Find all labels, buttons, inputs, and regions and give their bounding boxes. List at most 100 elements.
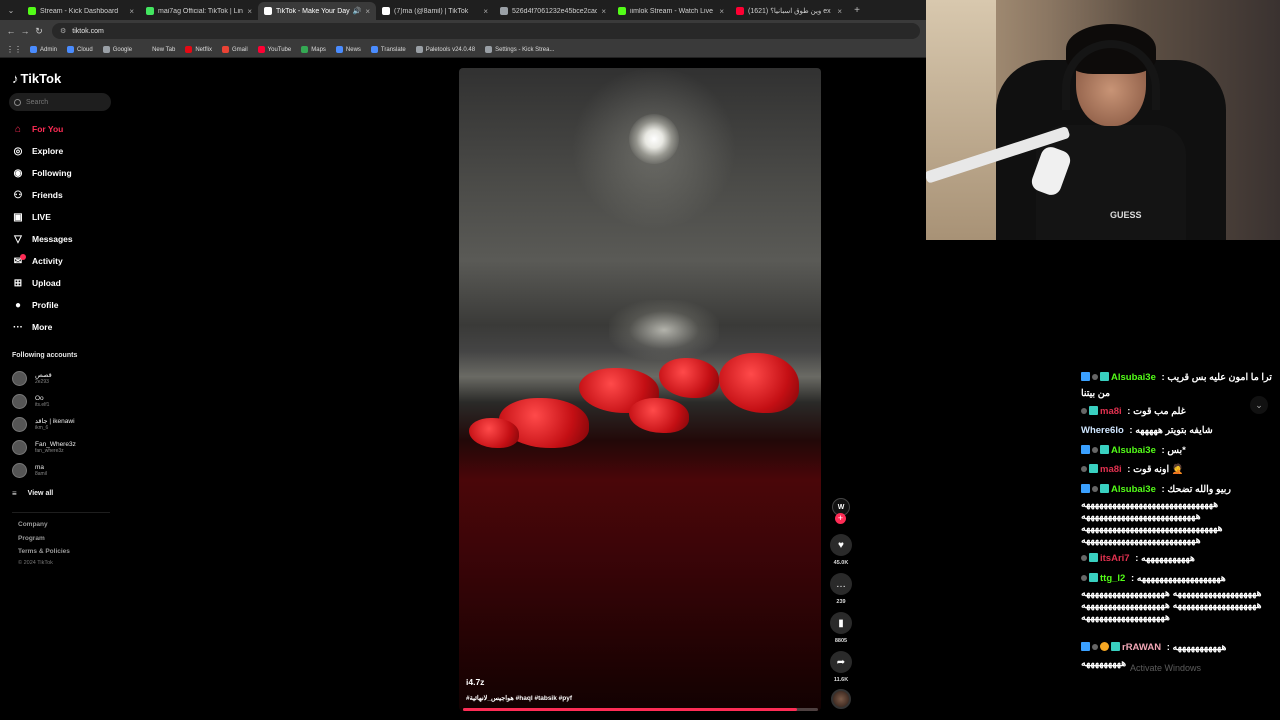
bookmark-item[interactable]: Admin	[30, 46, 57, 53]
close-tab-icon[interactable]: ×	[601, 7, 606, 16]
bookmark-item[interactable]: Cloud	[67, 46, 93, 53]
chat-message[interactable]: Alsubai3e : بس*	[1081, 444, 1280, 457]
following-account[interactable]: ma 8amil	[12, 461, 47, 479]
red-rock	[659, 358, 719, 398]
account-handle: fan_where3z	[35, 447, 64, 454]
sidebar-item-live[interactable]: ▣ LIVE	[12, 209, 51, 225]
chat-username[interactable]: ma8i	[1100, 406, 1122, 417]
browser-tab[interactable]: 526d4f7061232e45bce2cacd51b×	[494, 2, 612, 20]
following-account[interactable]: Fan_Where3z fan_where3z	[12, 438, 76, 456]
chat-message[interactable]: ttg_l2 : هههههههههههههههههههه	[1081, 572, 1280, 585]
chat-username[interactable]: ttg_l2	[1100, 573, 1125, 584]
sidebar-item-label: Friends	[32, 190, 63, 200]
chat-username[interactable]: rRAWAN	[1122, 642, 1161, 653]
footer-link[interactable]: Company	[18, 521, 48, 528]
chat-username[interactable]: Alsubai3e	[1111, 445, 1156, 456]
close-tab-icon[interactable]: ×	[365, 7, 370, 16]
bookmark-item[interactable]: YouTube	[257, 46, 291, 53]
back-icon[interactable]: ←	[4, 26, 18, 36]
sidebar-item-messages[interactable]: ▽ Messages	[12, 231, 73, 247]
close-tab-icon[interactable]: ×	[837, 7, 842, 16]
activity-icon: ✉	[12, 254, 26, 267]
bookmark-icon[interactable]: ▮	[830, 612, 852, 634]
sidebar-item-profile[interactable]: ● Profile	[12, 297, 58, 313]
bookmark-item[interactable]: Netflix	[185, 46, 212, 53]
following-account[interactable]: جاقد | ikenawi ikm_6	[12, 415, 75, 433]
url-field[interactable]: ⚙ tiktok.com	[52, 23, 920, 39]
avatar	[12, 393, 27, 409]
tiktok-logo[interactable]: ♪ TikTok	[12, 71, 61, 86]
footer-link[interactable]: Program	[18, 535, 45, 542]
site-info-icon[interactable]: ⚙	[60, 27, 66, 35]
bookmark-item[interactable]: Gmail	[221, 46, 248, 53]
forward-icon[interactable]: →	[18, 26, 32, 36]
following-account[interactable]: Oo its.elf1	[12, 392, 49, 410]
tab-title: (7)ma (@8amil) | TikTok	[394, 7, 469, 15]
chat-message[interactable]: Where6lo : شايفه بتويتر هههههه	[1081, 425, 1280, 437]
apps-icon[interactable]: ⋮⋮	[6, 45, 22, 54]
sidebar-item-label: LIVE	[32, 212, 51, 222]
close-tab-icon[interactable]: ×	[719, 7, 724, 16]
bookmark-item[interactable]: News	[335, 46, 361, 53]
chat-message[interactable]: itsAri7 : هههههههههههه	[1081, 553, 1280, 565]
share-icon[interactable]: ➦	[830, 651, 852, 673]
chat-username[interactable]: Alsubai3e	[1111, 372, 1156, 383]
like-icon[interactable]: ♥	[830, 534, 852, 556]
close-tab-icon[interactable]: ×	[129, 7, 134, 16]
gray-badge-icon	[1092, 446, 1098, 453]
search-input[interactable]: Search	[9, 93, 111, 111]
profile-icon: ●	[14, 299, 22, 311]
account-name: Fan_Where3z	[35, 440, 76, 448]
teal-badge-icon	[1100, 444, 1109, 454]
sidebar-item-upload[interactable]: ⊞ Upload	[12, 275, 61, 291]
video-progress-bar[interactable]	[463, 708, 818, 711]
bookmark-favicon-icon	[485, 46, 493, 53]
video-username[interactable]: i4.7z	[466, 677, 484, 687]
chat-username[interactable]: Alsubai3e	[1111, 484, 1156, 495]
bookmark-item[interactable]: Paletools v24.0.48	[415, 46, 475, 53]
chat-message[interactable]: rRAWAN : هههههههههههه	[1081, 642, 1280, 654]
browser-tab[interactable]: TikTok - Make Your Day 🔊 ×	[258, 2, 376, 20]
browser-tab[interactable]: iimlok Stream - Watch Live on ×	[612, 2, 730, 20]
following-account[interactable]: قصص 2e293	[12, 369, 52, 387]
tab-search-icon[interactable]: ⌄	[0, 0, 22, 20]
chat-message[interactable]: Alsubai3e : ربيو والله تضحك	[1081, 483, 1280, 496]
video-player[interactable]	[459, 68, 821, 711]
speaker-icon[interactable]: 🔊	[353, 7, 362, 15]
chat-message[interactable]: Alsubai3e : ترا ما امون عليه بس قريب	[1081, 372, 1280, 384]
view-all-button[interactable]: ≡ View all	[12, 489, 53, 498]
reload-icon[interactable]: ↻	[32, 26, 46, 37]
new-tab-button[interactable]: +	[848, 5, 866, 16]
chat-message[interactable]: ma8i : اونه قوت 🤦	[1081, 464, 1280, 476]
sidebar-item-activity[interactable]: ✉ Activity	[12, 253, 63, 269]
follow-plus-button[interactable]: +	[835, 513, 846, 524]
chat-username[interactable]: Where6lo	[1081, 425, 1124, 436]
browser-tab[interactable]: (1621) وين طوق اسبانيا؟ ex البثاث ×	[730, 2, 848, 20]
browser-tab[interactable]: mai7ag Official: TikTok | Linktr ×	[140, 2, 258, 20]
sidebar-item-for-you[interactable]: ⌂ For You	[12, 121, 63, 137]
sidebar-item-following[interactable]: ◉ Following	[12, 165, 72, 181]
browser-tab[interactable]: Stream - Kick Dashboard ×	[22, 2, 140, 20]
bookmark-item[interactable]: New Tab	[142, 46, 175, 53]
chevron-down-icon[interactable]: ⌄	[1250, 396, 1268, 414]
orange-badge-icon	[1100, 642, 1109, 651]
chat-username[interactable]: itsAri7	[1100, 553, 1130, 564]
close-tab-icon[interactable]: ×	[483, 7, 488, 16]
bookmark-item[interactable]: Translate	[370, 46, 406, 53]
music-disc-avatar[interactable]	[831, 689, 851, 709]
bookmark-favicon-icon	[221, 46, 229, 53]
video-caption[interactable]: #هواجيس_لانهائية #haql #tabsik #pyf	[466, 694, 572, 702]
sidebar-item-friends[interactable]: ⚇ Friends	[12, 187, 63, 203]
activate-windows-watermark: Activate Windows	[1130, 663, 1202, 673]
tiktok-note-icon: ♪	[12, 71, 19, 86]
sidebar-item-explore[interactable]: ◎ Explore	[12, 143, 64, 159]
browser-tab[interactable]: (7)ma (@8amil) | TikTok ×	[376, 2, 494, 20]
bookmark-item[interactable]: Google	[102, 46, 132, 53]
sidebar-item-more[interactable]: ··· More	[12, 319, 52, 335]
close-tab-icon[interactable]: ×	[247, 7, 252, 16]
footer-link[interactable]: Terms & Policies	[18, 548, 70, 555]
chat-username[interactable]: ma8i	[1100, 464, 1122, 475]
bookmark-item[interactable]: Maps	[301, 46, 326, 53]
comment-icon[interactable]: …	[830, 573, 852, 595]
bookmark-item[interactable]: Settings - Kick Strea...	[485, 46, 554, 53]
